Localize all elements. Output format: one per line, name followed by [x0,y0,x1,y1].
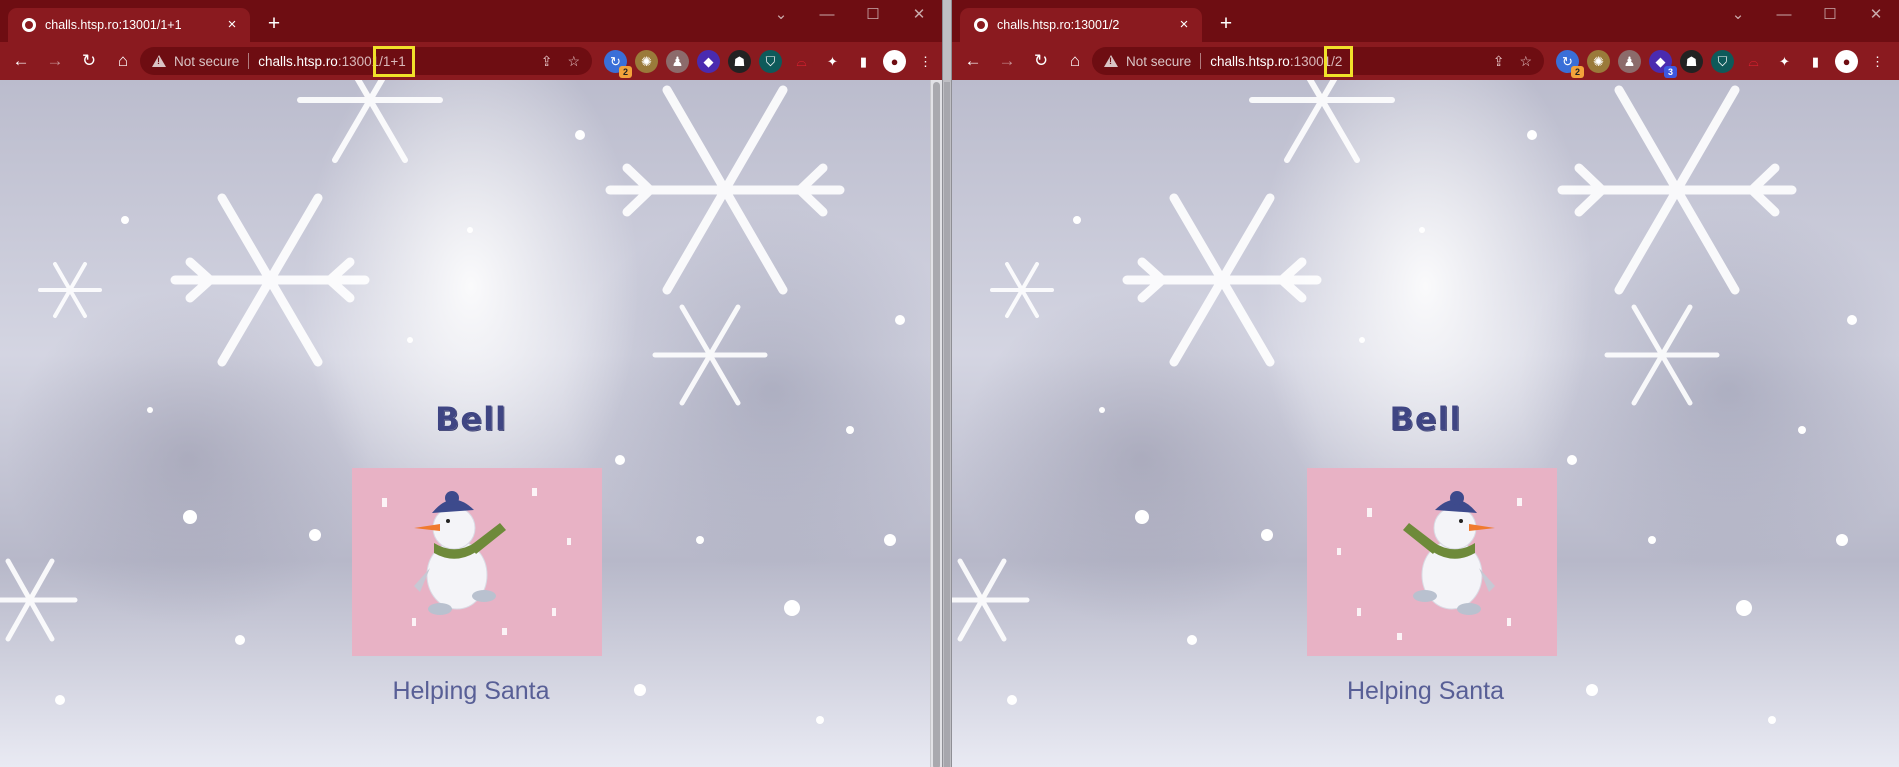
maximize-button[interactable]: ☐ [1807,0,1853,30]
ghost-icon[interactable]: ☗ [728,49,751,73]
url-host: challs.htsp.ro [258,53,338,69]
snowman-picture [1307,468,1557,656]
globe-icon [974,18,988,32]
browser-tab[interactable]: challs.htsp.ro:13001/1+1 × [8,8,250,42]
cookie-icon[interactable]: ✺ [1587,49,1610,73]
browser-toolbar: ← → ↻ ⌂ Not secure challs.htsp.ro:13001/… [0,42,942,80]
spy-icon[interactable]: ♟ [666,49,689,73]
menu-icon[interactable]: ⋮ [914,50,937,73]
extension-badge: 3 [1664,65,1677,78]
page-caption: Helping Santa [1346,677,1505,705]
extension-sync-icon[interactable]: ↻ 2 [1556,49,1584,78]
globe-icon [22,18,36,32]
puzzle-icon[interactable]: ✦ [1773,50,1796,73]
shield-icon[interactable]: ⛉ [1711,49,1734,73]
tab-title: challs.htsp.ro:13001/2 [997,18,1120,32]
maximize-button[interactable]: ☐ [850,0,896,30]
browser-tab[interactable]: challs.htsp.ro:13001/2 × [960,8,1202,42]
close-tab-icon[interactable]: × [224,17,240,33]
profile-icon[interactable]: ● [883,49,906,73]
snowman-image [1337,491,1522,640]
close-tab-icon[interactable]: × [1176,17,1192,33]
extension-badge: 2 [1571,65,1584,78]
extension-badge: 2 [619,65,632,78]
minimize-button[interactable]: — [1761,0,1807,30]
divider-thumb [944,82,950,767]
reload-button[interactable]: ↻ [1028,48,1054,74]
url-highlight-box [1324,46,1353,77]
extension-sync-icon[interactable]: ↻ 2 [604,49,632,78]
close-window-button[interactable]: ✕ [1853,0,1899,30]
share-icon[interactable]: ⇪ [541,53,553,70]
forward-button[interactable]: → [994,48,1020,74]
omnibox-separator [248,53,250,69]
address-bar[interactable]: Not secure challs.htsp.ro:13001/2 ⇪ ☆ [1092,47,1544,75]
diamond-icon[interactable]: ◆ [697,49,720,73]
new-tab-button[interactable]: + [1214,12,1238,36]
side-panel-icon[interactable]: ▮ [1804,50,1827,73]
diamond-icon[interactable]: ◆ 3 [1649,49,1677,78]
page-heading: Bell [1389,400,1462,438]
side-panel-icon[interactable]: ▮ [852,50,875,73]
menu-icon[interactable]: ⋮ [1866,50,1889,73]
warning-icon [152,55,166,67]
browser-window-left: challs.htsp.ro:13001/1+1 × + ⌄ — ☐ ✕ ← →… [0,0,942,767]
close-window-button[interactable]: ✕ [896,0,942,30]
puzzle-icon[interactable]: ✦ [821,50,844,73]
tab-title: challs.htsp.ro:13001/1+1 [45,18,182,32]
home-button[interactable]: ⌂ [110,48,136,74]
browser-window-right: challs.htsp.ro:13001/2 × + ⌄ — ☐ ✕ ← → ↻… [952,0,1899,767]
web-page: Bell Helping Santa [952,80,1899,767]
title-bar: challs.htsp.ro:13001/1+1 × + ⌄ — ☐ ✕ [0,0,942,42]
scrollbar-thumb[interactable] [933,82,940,767]
chevron-down-icon[interactable]: ⌄ [1715,0,1761,30]
profile-icon[interactable]: ● [1835,49,1858,73]
omnibox-separator [1200,53,1202,69]
cookie-icon[interactable]: ✺ [635,49,658,73]
chevron-down-icon[interactable]: ⌄ [758,0,804,30]
hat-icon[interactable]: ⌓ [1742,49,1765,73]
title-bar: challs.htsp.ro:13001/2 × + ⌄ — ☐ ✕ [952,0,1899,42]
extensions-bar: ↻ 2 ✺ ♟ ◆ 3 ☗ ⛉ ⌓ ✦ ▮ ● ⋮ [1556,47,1889,78]
window-controls: ⌄ — ☐ ✕ [1715,0,1899,30]
new-tab-button[interactable]: + [262,12,286,36]
reload-button[interactable]: ↻ [76,48,102,74]
share-icon[interactable]: ⇪ [1493,53,1505,70]
bookmark-star-icon[interactable]: ☆ [1519,53,1532,70]
back-button[interactable]: ← [8,48,34,74]
address-bar[interactable]: Not secure challs.htsp.ro:13001/1+1 ⇪ ☆ [140,47,592,75]
page-caption: Helping Santa [392,677,550,705]
warning-icon [1104,55,1118,67]
browser-toolbar: ← → ↻ ⌂ Not secure challs.htsp.ro:13001/… [952,42,1899,80]
security-label: Not secure [1126,53,1192,69]
home-button[interactable]: ⌂ [1062,48,1088,74]
page-heading: Bell [434,400,508,438]
snowman-image [382,488,571,635]
minimize-button[interactable]: — [804,0,850,30]
hat-icon[interactable]: ⌓ [790,49,813,73]
security-label: Not secure [174,53,240,69]
window-controls: ⌄ — ☐ ✕ [758,0,942,30]
url-host: challs.htsp.ro [1210,53,1290,69]
screens: challs.htsp.ro:13001/1+1 × + ⌄ — ☐ ✕ ← →… [0,0,1899,767]
shield-icon[interactable]: ⛉ [759,49,782,73]
forward-button[interactable]: → [42,48,68,74]
ghost-icon[interactable]: ☗ [1680,49,1703,73]
web-page: Bell Helping Santa [0,80,942,767]
extensions-bar: ↻ 2 ✺ ♟ ◆ ☗ ⛉ ⌓ ✦ ▮ ● ⋮ [604,47,937,78]
url-highlight-box [373,46,415,77]
page-scrollbar[interactable] [930,80,942,767]
back-button[interactable]: ← [960,48,986,74]
omnibox-actions: ⇪ ☆ [541,47,580,75]
url-text: challs.htsp.ro:13001/2 [1210,54,1342,69]
spy-icon[interactable]: ♟ [1618,49,1641,73]
bookmark-star-icon[interactable]: ☆ [567,53,580,70]
omnibox-actions: ⇪ ☆ [1493,47,1532,75]
snowman-picture [352,468,602,656]
window-divider [942,0,952,767]
